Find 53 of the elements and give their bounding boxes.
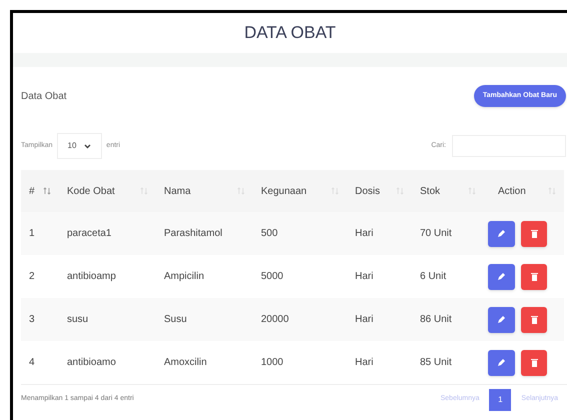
table-cell: 6 Unit bbox=[420, 271, 446, 282]
table-cell: Hari bbox=[355, 228, 374, 239]
edit-button[interactable] bbox=[488, 306, 515, 332]
table-cell: 5000 bbox=[261, 271, 284, 282]
pencil-icon bbox=[497, 229, 506, 238]
column-header[interactable]: Dosis bbox=[355, 184, 380, 198]
table-cell: Hari bbox=[355, 271, 374, 282]
edit-button[interactable] bbox=[488, 264, 515, 290]
edit-button[interactable] bbox=[488, 220, 515, 246]
sort-icon[interactable] bbox=[43, 187, 51, 195]
table-cell: 2 bbox=[29, 271, 35, 282]
trash-icon bbox=[530, 229, 538, 238]
table-cell: 4 bbox=[29, 357, 35, 368]
table-cell: 70 Unit bbox=[420, 228, 452, 239]
pencil-icon bbox=[497, 315, 506, 324]
column-header[interactable]: Kegunaan bbox=[261, 184, 307, 198]
column-header[interactable]: Action bbox=[498, 184, 526, 198]
table-cell: paraceta1 bbox=[67, 228, 112, 239]
delete-button[interactable] bbox=[521, 306, 547, 332]
table-cell: 85 Unit bbox=[420, 357, 452, 368]
trash-icon bbox=[530, 272, 538, 281]
table-cell: susu bbox=[67, 314, 88, 325]
page-title: DATA OBAT bbox=[244, 22, 336, 44]
table-cell: 1000 bbox=[261, 357, 284, 368]
table-cell: 3 bbox=[29, 314, 35, 325]
card-title: Data Obat bbox=[21, 90, 67, 104]
delete-button[interactable] bbox=[521, 220, 547, 246]
table-cell: 1 bbox=[29, 228, 35, 239]
entries-select[interactable]: 10 bbox=[56, 133, 102, 159]
table-cell: Hari bbox=[355, 314, 374, 325]
delete-button[interactable] bbox=[521, 350, 547, 376]
chevron-down-icon bbox=[84, 144, 92, 148]
table-cell: Parashitamol bbox=[164, 228, 222, 239]
table-cell: 86 Unit bbox=[420, 314, 452, 325]
pencil-icon bbox=[497, 272, 506, 281]
table-cell: Amoxcilin bbox=[164, 357, 207, 368]
pencil-icon bbox=[497, 358, 506, 367]
table-cell: antibioamo bbox=[67, 357, 116, 368]
table-cell: 20000 bbox=[261, 314, 289, 325]
column-header[interactable]: Nama bbox=[164, 184, 191, 198]
trash-icon bbox=[530, 315, 538, 324]
column-header[interactable]: Kode Obat bbox=[67, 184, 115, 198]
table-cell: antibioamp bbox=[67, 271, 116, 282]
table-cell: Ampicilin bbox=[164, 271, 204, 282]
table-cell: Hari bbox=[355, 357, 374, 368]
column-header[interactable]: # bbox=[29, 184, 35, 198]
trash-icon bbox=[530, 358, 538, 367]
page-button[interactable]: 1 bbox=[489, 388, 512, 410]
table-cell: Susu bbox=[164, 314, 187, 325]
table-cell: 500 bbox=[261, 228, 278, 239]
edit-button[interactable] bbox=[488, 350, 515, 376]
column-header[interactable]: Stok bbox=[420, 184, 440, 198]
delete-button[interactable] bbox=[521, 264, 547, 290]
